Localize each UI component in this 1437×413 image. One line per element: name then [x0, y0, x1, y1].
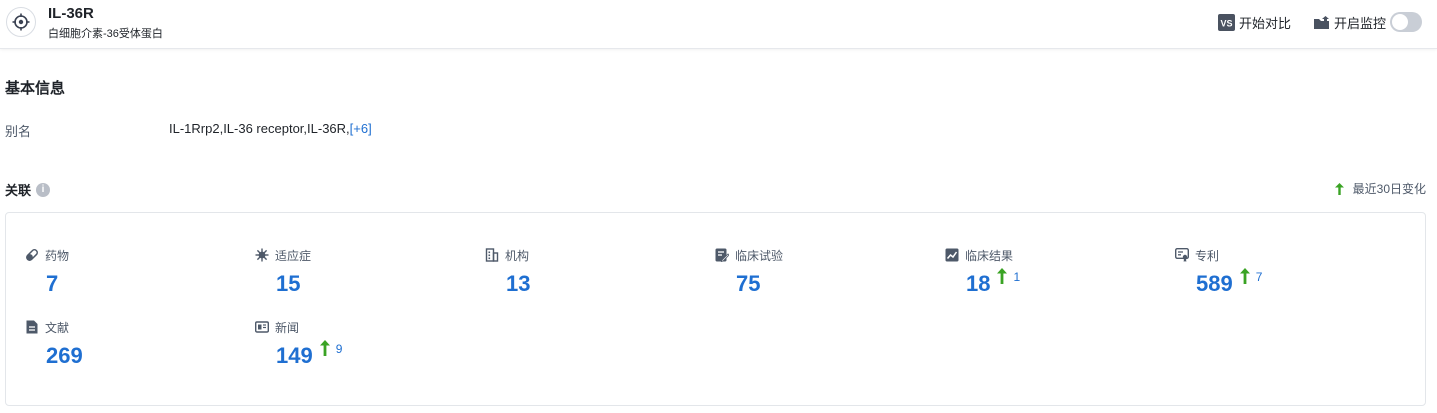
up-arrow-icon	[997, 268, 1008, 284]
stat-value[interactable]: 75	[736, 272, 760, 296]
monitor-label: 开启监控	[1333, 15, 1386, 31]
stat-delta: 7	[1239, 268, 1263, 284]
stat-label: 新闻	[275, 320, 300, 335]
stat-delta: 9	[319, 340, 343, 356]
start-compare-button[interactable]: VS 开始对比	[1217, 13, 1291, 32]
monitor-icon	[1313, 15, 1330, 30]
stat-literature[interactable]: 文献 269	[25, 319, 225, 368]
pill-icon	[25, 248, 39, 262]
alias-value: IL-1Rrp2,IL-36 receptor,IL-36R,[+6]	[169, 121, 372, 136]
stat-label: 药物	[45, 248, 70, 263]
stat-clinical-trials[interactable]: 临床试验 75	[715, 247, 915, 296]
monitor-toggle[interactable]: 开启监控	[1313, 12, 1422, 32]
alias-text: IL-1Rrp2,IL-36 receptor,IL-36R,	[169, 121, 350, 136]
relations-heading: 关联 i	[5, 180, 51, 199]
up-arrow-icon	[1334, 182, 1344, 195]
svg-text:VS: VS	[1220, 18, 1232, 28]
stat-indications[interactable]: 适应症 15	[255, 247, 455, 296]
stat-clinical-results[interactable]: 临床结果 18 1	[945, 247, 1145, 296]
stat-delta-value: 9	[335, 342, 343, 356]
up-arrow-icon	[1239, 268, 1250, 284]
stat-delta-value: 1	[1013, 270, 1021, 284]
page-title: IL-36R	[48, 5, 94, 22]
up-arrow-icon	[319, 340, 330, 356]
basic-info-heading: 基本信息	[5, 80, 66, 97]
stat-value[interactable]: 7	[46, 272, 58, 296]
stat-label: 临床结果	[965, 248, 1014, 263]
stat-news[interactable]: 新闻 149 9	[255, 319, 455, 368]
stat-value[interactable]: 269	[46, 344, 83, 368]
stat-delta: 1	[997, 268, 1020, 284]
news-icon	[255, 320, 269, 334]
relations-card: 药物 7 适应症 15 机构 13 临床试验 75 临床结果 18 1 专利 5…	[5, 212, 1426, 406]
page-subtitle: 白细胞介素-36受体蛋白	[48, 28, 163, 40]
stat-organizations[interactable]: 机构 13	[485, 247, 685, 296]
alias-label: 别名	[5, 124, 32, 139]
info-icon[interactable]: i	[36, 182, 51, 197]
stat-value[interactable]: 149	[276, 344, 313, 368]
versus-icon: VS	[1217, 13, 1235, 31]
document-icon	[25, 320, 39, 334]
stat-label: 专利	[1195, 248, 1220, 263]
stat-label: 临床试验	[735, 248, 784, 263]
header-actions: VS 开始对比 开启监控	[1217, 11, 1422, 33]
stat-value[interactable]: 18	[966, 272, 990, 296]
stat-label: 适应症	[275, 248, 312, 263]
legend-label: 最近30日变化	[1352, 182, 1426, 196]
stat-delta-value: 7	[1255, 270, 1263, 284]
stat-value[interactable]: 15	[276, 272, 300, 296]
start-compare-label: 开始对比	[1238, 15, 1291, 31]
stat-value[interactable]: 13	[506, 272, 530, 296]
clinical-result-icon	[945, 248, 959, 262]
stat-label: 文献	[45, 320, 70, 335]
target-logo-icon	[6, 7, 36, 37]
top-bar: IL-36R 白细胞介素-36受体蛋白 VS 开始对比 开启监控	[0, 0, 1437, 49]
clinical-trial-icon	[715, 248, 729, 262]
stat-drugs[interactable]: 药物 7	[25, 247, 225, 296]
patent-icon	[1175, 248, 1189, 262]
monitor-switch[interactable]	[1390, 12, 1422, 32]
relations-title: 关联	[5, 183, 32, 198]
building-icon	[485, 248, 499, 262]
stat-patents[interactable]: 专利 589 7	[1175, 247, 1375, 296]
stat-value[interactable]: 589	[1196, 272, 1233, 296]
change-legend: 最近30日变化	[1334, 180, 1426, 197]
stat-label: 机构	[505, 248, 530, 263]
virus-icon	[255, 248, 269, 262]
alias-more-link[interactable]: [+6]	[350, 121, 372, 136]
